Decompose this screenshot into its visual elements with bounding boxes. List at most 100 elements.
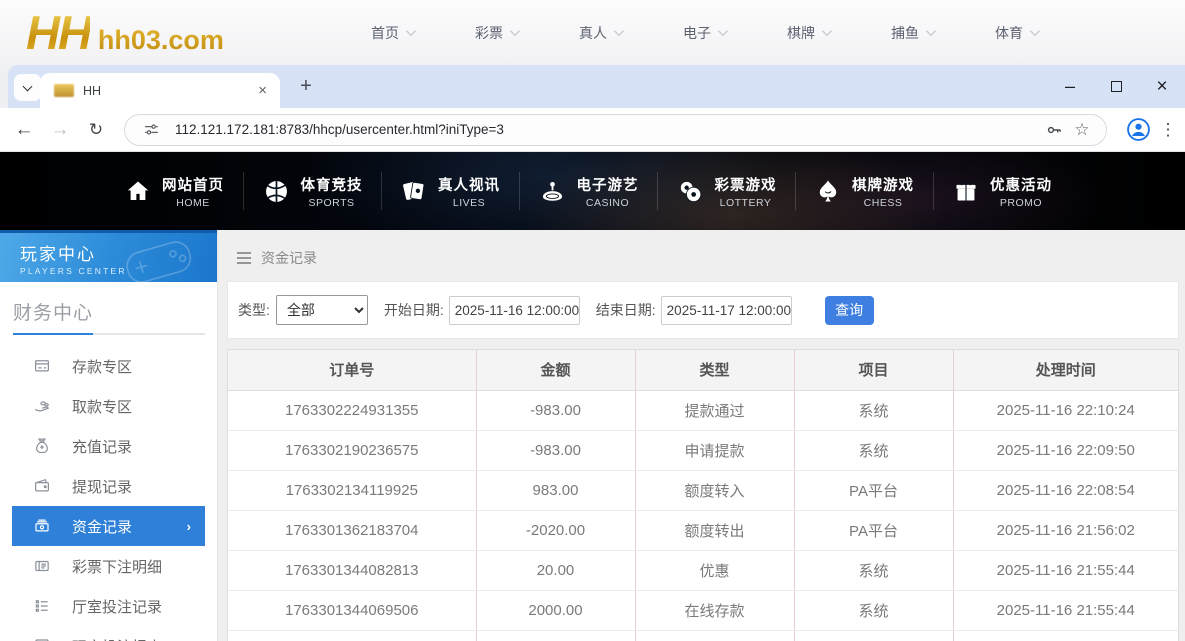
sidebar: 玩家中心 PLAYERS CENTER 财务中心 存款专区: [0, 230, 218, 641]
password-key-icon[interactable]: [1040, 121, 1068, 139]
cell-project: PA平台: [794, 470, 953, 510]
address-bar[interactable]: 112.121.172.181:8783/hhcp/usercenter.htm…: [124, 114, 1107, 146]
maximize-icon: [1111, 81, 1122, 92]
site-nav-item[interactable]: 棋牌: [787, 23, 829, 43]
chevron-right-icon: ›: [187, 519, 191, 534]
tab-title: HH: [83, 84, 255, 98]
table-row: 1763302224931355 -983.00 提款通过 系统 2025-11…: [228, 390, 1178, 430]
sidebar-item-label: 提现记录: [72, 476, 132, 497]
profile-avatar-icon[interactable]: [1121, 117, 1155, 142]
window-close-button[interactable]: ×: [1139, 65, 1185, 108]
site-nav-item[interactable]: 首页: [371, 23, 413, 43]
site-header: HH hh03.com 首页 彩票 真人 电子 棋牌 捕鱼: [0, 0, 1185, 65]
column-header-process-time: 处理时间: [953, 350, 1178, 390]
back-button[interactable]: ←: [6, 119, 42, 141]
reload-button[interactable]: ↻: [78, 120, 114, 140]
sidebar-item-funds-records[interactable]: 资金记录 ›: [12, 506, 205, 546]
hamburger-icon: [236, 251, 252, 265]
browser-tab[interactable]: HH ×: [40, 73, 280, 108]
sidebar-item-label: 取款专区: [72, 396, 132, 417]
chevron-down-icon: [926, 26, 936, 36]
screen: HH hh03.com 首页 彩票 真人 电子 棋牌 捕鱼: [0, 0, 1185, 641]
nav-item-home[interactable]: 网站首页 HOME: [106, 174, 243, 209]
cell-process-time: 2025-11-16 22:08:54: [953, 470, 1178, 510]
finance-center-heading: 财务中心: [13, 298, 217, 325]
sidebar-item-deposit-zone[interactable]: 存款专区: [0, 346, 217, 386]
nav-label-en: SPORTS: [301, 197, 363, 209]
cell-type: 在线存款: [635, 590, 794, 630]
logo-hh-text: HH: [26, 5, 90, 60]
sidebar-item-withdraw-zone[interactable]: 取款专区: [0, 386, 217, 426]
window-controls: – ×: [1047, 65, 1185, 108]
tab-favicon: [54, 84, 74, 97]
ticket-icon: [33, 557, 51, 575]
list-icon: [33, 597, 51, 615]
site-nav-item[interactable]: 捕鱼: [891, 23, 933, 43]
table-row: 1763301344082813 20.00 优惠 系统 2025-11-16 …: [228, 550, 1178, 590]
cell-order-no: 1763301344082813: [228, 550, 476, 590]
tab-search-button[interactable]: [14, 74, 41, 101]
site-nav-label: 电子: [683, 23, 711, 43]
chevron-down-icon: [614, 26, 624, 36]
nav-label-en: LOTTERY: [715, 197, 777, 209]
start-date-input[interactable]: [449, 296, 580, 325]
sidebar-item-label: 厅室投注记录: [72, 596, 162, 617]
chevron-down-icon: [718, 26, 728, 36]
chevron-down-icon: [1030, 26, 1040, 36]
filter-bar: 类型: 全部 开始日期: 结束日期: 查询: [227, 281, 1179, 339]
nav-label-zh: 彩票游戏: [715, 174, 777, 195]
cell-project: 系统: [794, 430, 953, 470]
site-nav-item[interactable]: 真人: [579, 23, 621, 43]
table-row: 1763302190236575 -983.00 申请提款 系统 2025-11…: [228, 430, 1178, 470]
sidebar-item-lottery-bet-detail[interactable]: 彩票下注明细: [0, 546, 217, 586]
cell-amount: 2000.00: [476, 590, 635, 630]
banknotes-icon: [33, 517, 51, 535]
nav-item-chess[interactable]: 棋牌游戏 CHESS: [796, 174, 933, 209]
site-logo[interactable]: HH hh03.com: [26, 5, 224, 60]
url-text[interactable]: 112.121.172.181:8783/hhcp/usercenter.htm…: [175, 122, 1040, 137]
cell-order-no: 1763302134119925: [228, 470, 476, 510]
nav-label-en: CHESS: [852, 197, 914, 209]
browser-menu-icon[interactable]: ⋮: [1155, 120, 1181, 140]
sidebar-header: 玩家中心 PLAYERS CENTER: [0, 230, 217, 282]
nav-label-zh: 真人视讯: [438, 174, 500, 195]
nav-item-promo[interactable]: 优惠活动 PROMO: [934, 174, 1071, 209]
site-nav-item[interactable]: 彩票: [475, 23, 517, 43]
site-nav-item[interactable]: 电子: [683, 23, 725, 43]
bookmark-star-icon[interactable]: ☆: [1068, 120, 1096, 140]
site-nav-label: 体育: [995, 23, 1023, 43]
table-row: 1763302134119925 983.00 额度转入 PA平台 2025-1…: [228, 470, 1178, 510]
funds-table: 订单号 金额 类型 项目 处理时间 1763302224931355 -983.…: [227, 349, 1179, 641]
search-button[interactable]: 查询: [825, 296, 874, 325]
sidebar-item-recharge-records[interactable]: 充值记录: [0, 426, 217, 466]
sidebar-item-label: 充值记录: [72, 436, 132, 457]
chart-report-icon: [33, 637, 51, 641]
column-header-project: 项目: [794, 350, 953, 390]
nav-item-sports[interactable]: 体育竞技 SPORTS: [244, 174, 381, 209]
sidebar-item-withdrawal-records[interactable]: 提现记录: [0, 466, 217, 506]
nav-item-lives[interactable]: 真人视讯 LIVES: [382, 174, 519, 209]
window-minimize-button[interactable]: –: [1047, 65, 1093, 108]
cell-amount: -2020.00: [476, 510, 635, 550]
new-tab-icon[interactable]: +: [292, 75, 320, 98]
site-nav: 首页 彩票 真人 电子 棋牌 捕鱼 体育: [371, 23, 1037, 43]
site-nav-item[interactable]: 体育: [995, 23, 1037, 43]
site-info-icon[interactable]: [137, 121, 165, 138]
window-maximize-button[interactable]: [1093, 65, 1139, 108]
cell-type: 额度转入: [635, 470, 794, 510]
section-divider: [13, 333, 205, 335]
nav-label-zh: 体育竞技: [301, 174, 363, 195]
cell-amount: -983.00: [476, 430, 635, 470]
site-nav-label: 捕鱼: [891, 23, 919, 43]
nav-item-casino[interactable]: 电子游艺 CASINO: [520, 174, 657, 209]
end-date-input[interactable]: [661, 296, 792, 325]
nav-item-lottery[interactable]: 彩票游戏 LOTTERY: [658, 174, 795, 209]
sidebar-item-player-bet-report[interactable]: 玩家投注报表: [0, 626, 217, 641]
tab-close-icon[interactable]: ×: [255, 82, 270, 99]
sidebar-item-hall-bet-records[interactable]: 厅室投注记录: [0, 586, 217, 626]
gift-icon: [953, 178, 979, 204]
lottery-balls-icon: [677, 178, 704, 205]
cell-type: 申请提款: [635, 430, 794, 470]
browser-window: HH × + – × ← → ↻ 112.121.172.18: [0, 65, 1185, 152]
type-select[interactable]: 全部: [276, 295, 368, 325]
